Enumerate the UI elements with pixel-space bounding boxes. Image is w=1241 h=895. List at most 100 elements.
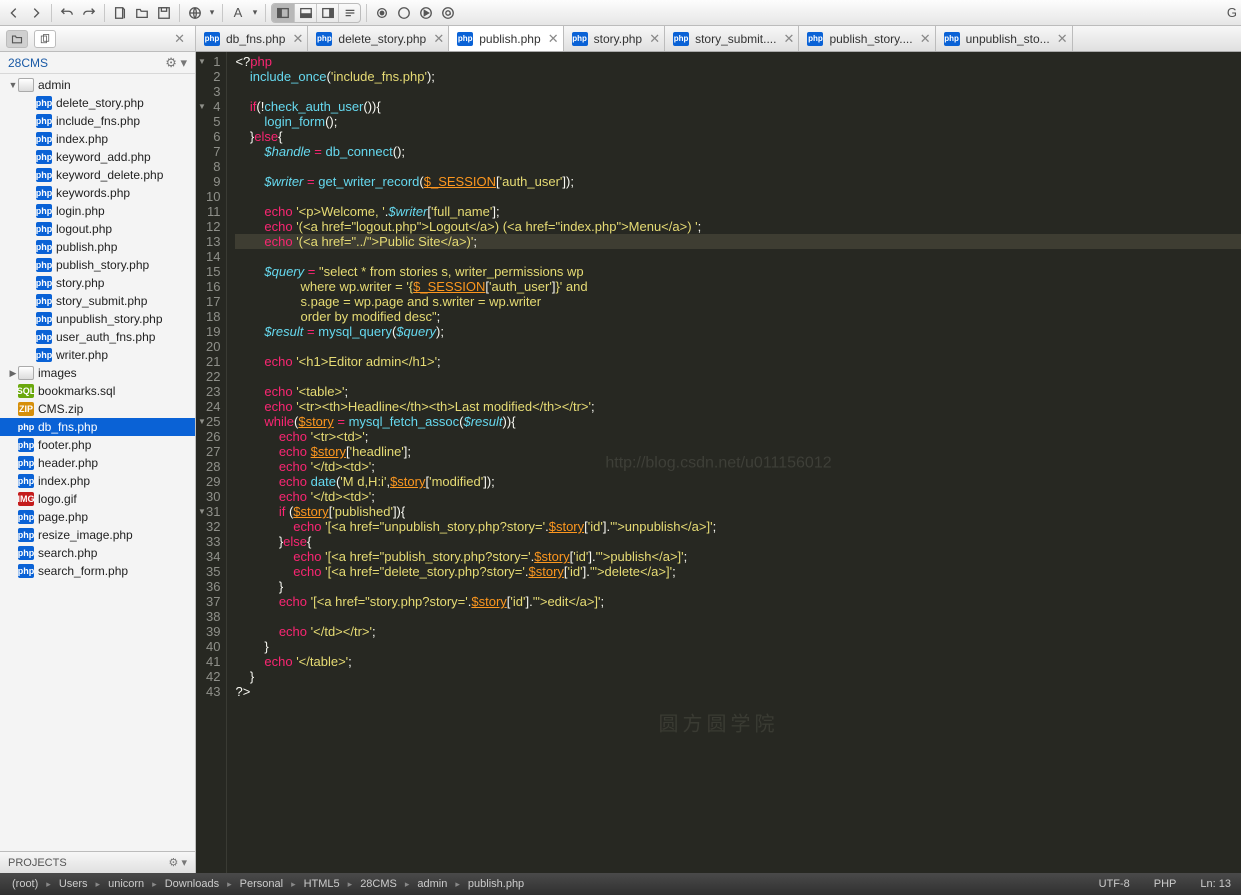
layout-minimap-button[interactable] (338, 4, 360, 22)
stop-button[interactable] (394, 3, 414, 23)
at-button[interactable] (438, 3, 458, 23)
layout-bottom-button[interactable] (294, 4, 316, 22)
text-format-button[interactable]: A (228, 3, 248, 23)
tree-item[interactable]: ▼admin (0, 76, 195, 94)
record-button[interactable] (372, 3, 392, 23)
layout-sidebar-button[interactable] (272, 4, 294, 22)
breadcrumb-item[interactable]: Users (57, 878, 90, 890)
breadcrumb-item[interactable]: (root) (10, 878, 40, 890)
encoding-indicator[interactable]: UTF-8 (1099, 878, 1130, 890)
tree-item[interactable]: phpindex.php (0, 472, 195, 490)
editor-tab[interactable]: phppublish_story....✕ (799, 26, 935, 51)
breadcrumb-item[interactable]: Downloads (163, 878, 221, 890)
close-icon[interactable]: ✕ (649, 32, 660, 45)
tree-item[interactable]: SQLbookmarks.sql (0, 382, 195, 400)
tree-item[interactable]: ▶images (0, 364, 195, 382)
layout-right-button[interactable] (316, 4, 338, 22)
sidebar: ✕ 28CMS ⚙ ▾ ▼adminphpdelete_story.phpphp… (0, 26, 196, 873)
tree-item[interactable]: phpkeyword_add.php (0, 148, 195, 166)
redo-button[interactable] (79, 3, 99, 23)
breadcrumb-item[interactable]: HTML5 (302, 878, 342, 890)
text-dropdown-icon[interactable]: ▾ (250, 3, 260, 23)
editor-tab[interactable]: phpdb_fns.php✕ (196, 26, 308, 51)
breadcrumb-item[interactable]: admin (415, 878, 449, 890)
tree-item[interactable]: phpstory.php (0, 274, 195, 292)
breadcrumb-item[interactable]: publish.php (466, 878, 526, 890)
tree-item[interactable]: phplogin.php (0, 202, 195, 220)
statusbar: (root)▸Users▸unicorn▸Downloads▸Personal▸… (0, 873, 1241, 895)
tree-item[interactable]: phpkeyword_delete.php (0, 166, 195, 184)
editor-tabs: phpdb_fns.php✕phpdelete_story.php✕phppub… (196, 26, 1241, 52)
globe-button[interactable] (185, 3, 205, 23)
main-toolbar: ▾ A ▾ G (0, 0, 1241, 26)
php-file-icon: php (673, 32, 689, 46)
undo-button[interactable] (57, 3, 77, 23)
forward-button[interactable] (26, 3, 46, 23)
tree-item[interactable]: phppage.php (0, 508, 195, 526)
new-file-button[interactable] (110, 3, 130, 23)
tree-item[interactable]: phpsearch_form.php (0, 562, 195, 580)
editor-tab[interactable]: phppublish.php✕ (449, 26, 563, 51)
line-gutter: ▼123▼45678910111213141516171819202122232… (196, 52, 227, 873)
php-file-icon: php (572, 32, 588, 46)
tree-item[interactable]: ZIPCMS.zip (0, 400, 195, 418)
tree-item[interactable]: phppublish.php (0, 238, 195, 256)
close-icon[interactable]: ✕ (784, 32, 795, 45)
close-icon[interactable]: ✕ (433, 32, 444, 45)
tree-item[interactable]: phpfooter.php (0, 436, 195, 454)
tree-item[interactable]: phplogout.php (0, 220, 195, 238)
open-file-button[interactable] (132, 3, 152, 23)
projects-label[interactable]: PROJECTS (8, 857, 67, 869)
tree-item[interactable]: phpuser_auth_fns.php (0, 328, 195, 346)
tree-item[interactable]: phpkeywords.php (0, 184, 195, 202)
editor-tab[interactable]: phpstory.php✕ (564, 26, 665, 51)
position-indicator[interactable]: Ln: 13 (1200, 878, 1231, 890)
tree-item[interactable]: phpsearch.php (0, 544, 195, 562)
breadcrumb-item[interactable]: Personal (238, 878, 285, 890)
tree-item[interactable]: phppublish_story.php (0, 256, 195, 274)
save-button[interactable] (154, 3, 174, 23)
tree-item[interactable]: phpinclude_fns.php (0, 112, 195, 130)
close-icon[interactable]: ✕ (292, 32, 303, 45)
code-editor[interactable]: ▼123▼45678910111213141516171819202122232… (196, 52, 1241, 873)
close-icon[interactable]: ✕ (920, 32, 931, 45)
code-content[interactable]: <?php include_once('include_fns.php'); i… (227, 52, 1241, 873)
tree-item[interactable]: phpindex.php (0, 130, 195, 148)
editor-tab[interactable]: phpstory_submit....✕ (665, 26, 799, 51)
editor-area: phpdb_fns.php✕phpdelete_story.php✕phppub… (196, 26, 1241, 873)
footer-gear-icon[interactable]: ⚙ ▾ (169, 856, 187, 869)
sidebar-project-header[interactable]: 28CMS ⚙ ▾ (0, 52, 195, 74)
breadcrumb[interactable]: (root)▸Users▸unicorn▸Downloads▸Personal▸… (10, 878, 526, 890)
tree-item[interactable]: phpresize_image.php (0, 526, 195, 544)
tree-item[interactable]: phpheader.php (0, 454, 195, 472)
php-file-icon: php (944, 32, 960, 46)
layout-group (271, 3, 361, 23)
tree-item[interactable]: phpwriter.php (0, 346, 195, 364)
language-indicator[interactable]: PHP (1154, 878, 1177, 890)
sidebar-tab-files[interactable] (6, 30, 28, 48)
project-name-label: 28CMS (8, 56, 48, 70)
php-file-icon: php (204, 32, 220, 46)
g-indicator: G (1227, 5, 1237, 20)
tree-item[interactable]: phpdelete_story.php (0, 94, 195, 112)
sidebar-tab-copy[interactable] (34, 30, 56, 48)
close-icon[interactable]: ✕ (1057, 32, 1068, 45)
tree-item[interactable]: IMGlogo.gif (0, 490, 195, 508)
tree-item[interactable]: phpdb_fns.php (0, 418, 195, 436)
breadcrumb-item[interactable]: unicorn (106, 878, 146, 890)
gear-icon[interactable]: ⚙ ▾ (165, 55, 187, 71)
sidebar-tabs: ✕ (0, 26, 195, 52)
back-button[interactable] (4, 3, 24, 23)
tree-item[interactable]: phpstory_submit.php (0, 292, 195, 310)
tree-item[interactable]: phpunpublish_story.php (0, 310, 195, 328)
play-button[interactable] (416, 3, 436, 23)
php-file-icon: php (807, 32, 823, 46)
editor-tab[interactable]: phpunpublish_sto...✕ (936, 26, 1073, 51)
editor-tab[interactable]: phpdelete_story.php✕ (308, 26, 449, 51)
sidebar-footer: PROJECTS ⚙ ▾ (0, 851, 195, 873)
globe-dropdown-icon[interactable]: ▾ (207, 3, 217, 23)
close-icon[interactable]: ✕ (548, 32, 559, 45)
breadcrumb-item[interactable]: 28CMS (358, 878, 399, 890)
sidebar-close-icon[interactable]: ✕ (170, 31, 189, 47)
file-tree[interactable]: ▼adminphpdelete_story.phpphpinclude_fns.… (0, 74, 195, 851)
